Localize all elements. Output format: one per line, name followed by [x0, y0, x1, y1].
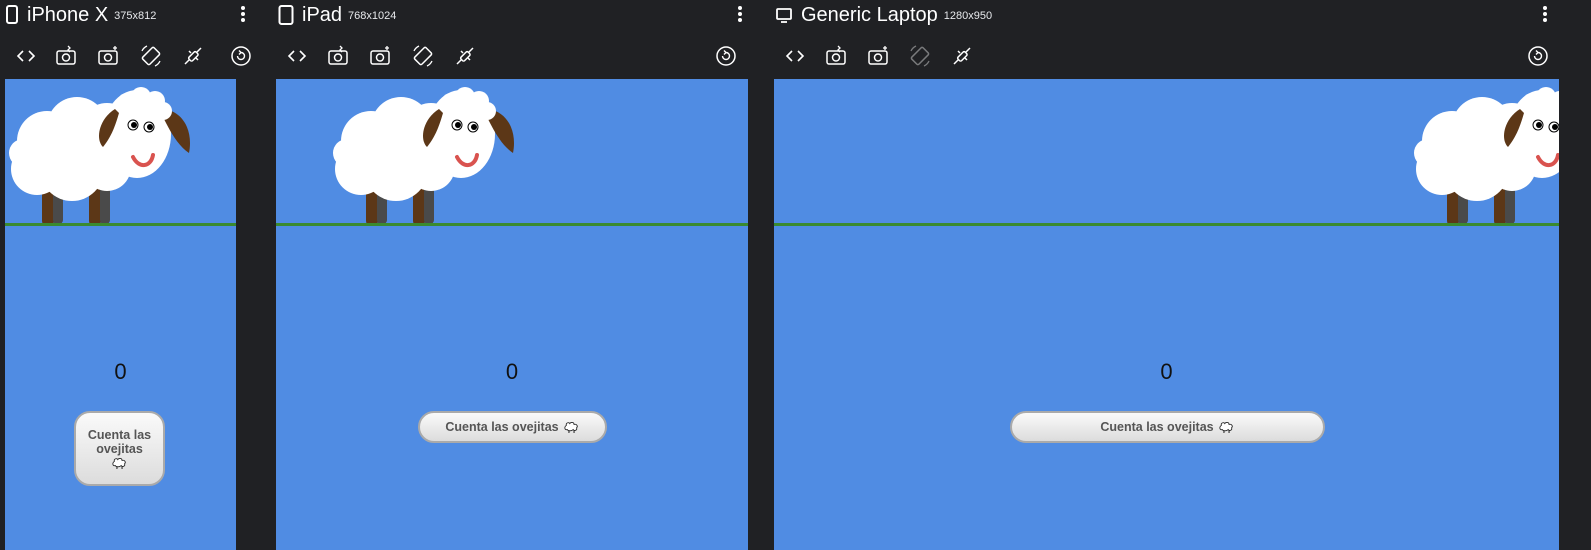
disconnect-icon[interactable] [451, 42, 479, 70]
refresh-icon[interactable] [227, 42, 255, 70]
device-toolbar [776, 42, 1591, 70]
device-title: Generic Laptop 1280x950 [801, 4, 992, 27]
device-viewport: 0 Cuenta las ovejitas [276, 79, 748, 550]
screenshot-icon[interactable] [324, 42, 352, 70]
sheep-illustration [7, 79, 197, 229]
refresh-icon[interactable] [712, 42, 740, 70]
screenshot-icon[interactable] [52, 42, 80, 70]
device-title: iPhone X 375x812 [27, 4, 156, 27]
count-sheep-label: Cuenta las ovejitas [87, 427, 152, 456]
count-sheep-label: Cuenta las ovejitas [445, 420, 559, 434]
more-options-icon[interactable] [1541, 5, 1549, 23]
device-toolbar [270, 42, 760, 70]
rotate-device-icon [906, 42, 934, 70]
grass-line [5, 223, 236, 226]
sheep-counter: 0 [114, 359, 127, 384]
grass-line [276, 223, 748, 226]
add-screenshot-icon[interactable] [94, 42, 122, 70]
device-size: 768x1024 [348, 9, 397, 22]
sheep-emoji-icon [563, 420, 580, 434]
sheep-emoji-icon [111, 456, 128, 470]
device-name: iPhone X [27, 4, 109, 26]
toggle-code-icon[interactable] [781, 42, 809, 70]
count-sheep-button[interactable]: Cuenta las ovejitas [418, 411, 607, 443]
phone-icon [4, 5, 20, 25]
count-sheep-button[interactable]: Cuenta las ovejitas [1010, 411, 1325, 443]
device-header: Generic Laptop 1280x950 [776, 0, 1591, 32]
sheep-counter: 0 [1160, 359, 1173, 384]
device-header: iPhone X 375x812 [0, 0, 256, 32]
device-panel-iphone-x: iPhone X 375x812 0 Cuenta las ovejitas [0, 0, 256, 550]
more-options-icon[interactable] [736, 5, 744, 23]
toggle-code-icon[interactable] [12, 42, 40, 70]
device-name: iPad [302, 4, 343, 26]
count-sheep-label: Cuenta las ovejitas [1100, 420, 1214, 434]
device-name: Generic Laptop [801, 4, 938, 26]
refresh-icon[interactable] [1524, 42, 1552, 70]
count-sheep-button[interactable]: Cuenta las ovejitas [74, 411, 165, 486]
disconnect-icon[interactable] [948, 42, 976, 70]
device-panel-generic-laptop: Generic Laptop 1280x950 0 Cuenta las ovej… [774, 0, 1591, 550]
screenshot-icon[interactable] [822, 42, 850, 70]
device-size: 1280x950 [943, 9, 993, 22]
sheep-emoji-icon [1218, 420, 1235, 434]
grass-line [774, 223, 1559, 226]
add-screenshot-icon[interactable] [864, 42, 892, 70]
add-screenshot-icon[interactable] [366, 42, 394, 70]
device-viewport: 0 Cuenta las ovejitas [774, 79, 1559, 550]
rotate-device-icon[interactable] [137, 42, 165, 70]
device-toolbar [0, 42, 256, 70]
toggle-code-icon[interactable] [283, 42, 311, 70]
rotate-device-icon[interactable] [409, 42, 437, 70]
tablet-icon [278, 5, 294, 25]
disconnect-icon[interactable] [179, 42, 207, 70]
sheep-illustration [331, 79, 521, 229]
sheep-counter: 0 [505, 359, 519, 384]
device-panel-ipad: iPad 768x1024 0 Cuenta las ovejitas [270, 0, 760, 550]
laptop-icon [776, 5, 792, 25]
device-size: 375x812 [114, 9, 157, 22]
more-options-icon[interactable] [239, 5, 247, 23]
device-header: iPad 768x1024 [270, 0, 760, 32]
sheep-illustration [1412, 79, 1559, 229]
device-viewport: 0 Cuenta las ovejitas [5, 79, 236, 550]
device-title: iPad 768x1024 [302, 4, 396, 27]
